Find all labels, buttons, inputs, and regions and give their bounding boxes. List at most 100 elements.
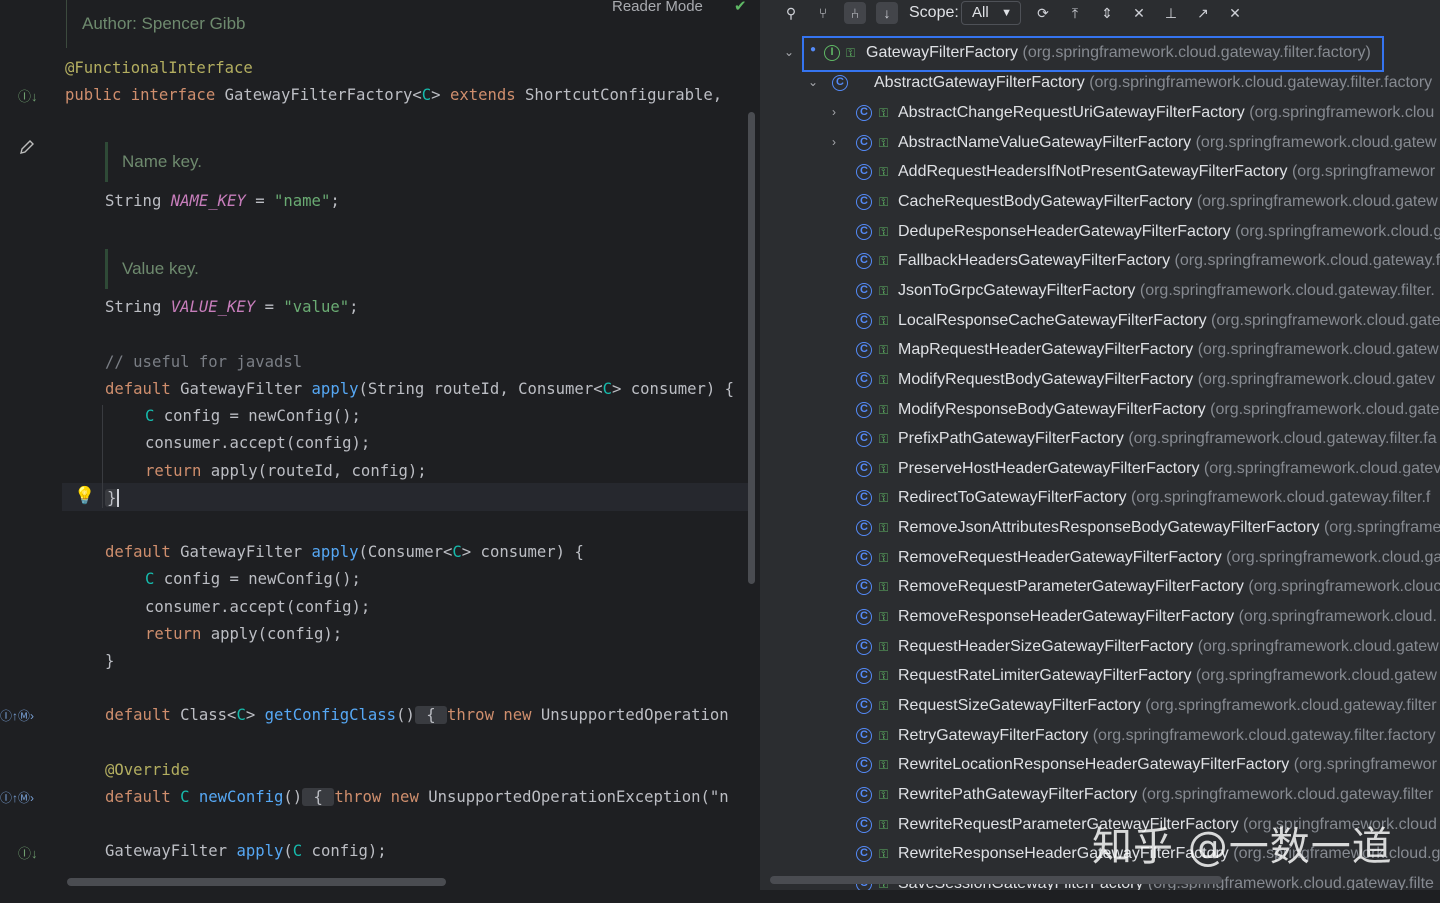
pin-icon[interactable]: ⊥ <box>1160 2 1182 24</box>
code-line: public interface GatewayFilterFactory<C>… <box>65 86 723 104</box>
scope-label: Scope: <box>909 4 959 21</box>
editor-vertical-scrollbar[interactable] <box>748 112 755 584</box>
tree-row[interactable]: › C ⚿ AbstractChangeRequestUriGatewayFilter… <box>766 100 1440 130</box>
public-access-icon: ⚿ <box>879 699 889 713</box>
tree-row[interactable]: C ⚿ RewriteLocationResponseHeaderGatewayFi… <box>766 752 1440 782</box>
code-line: String NAME_KEY = "name"; <box>105 192 340 210</box>
tree-item-label: RetryGatewayFilterFactory (org.springfra… <box>898 726 1436 744</box>
tree-row[interactable]: C ⚿ JsonToGrpcGatewayFilterFactory (org.sp… <box>766 278 1440 308</box>
tree-row[interactable]: C ⚿ RequestHeaderSizeGatewayFilterFactory … <box>766 634 1440 664</box>
tree-row[interactable]: C ⚿ RewritePathGatewayFilterFactory (org.s… <box>766 782 1440 812</box>
tree-item-label: RewritePathGatewayFilterFactory (org.spr… <box>898 785 1434 803</box>
tree-row[interactable]: C ⚿ LocalResponseCacheGatewayFilterFactory… <box>766 308 1440 338</box>
tree-item-label: ModifyRequestBodyGatewayFilterFactory (o… <box>898 370 1436 388</box>
tree-row[interactable]: C ⚿ RemoveRequestParameterGatewayFilterFac… <box>766 574 1440 604</box>
sort-alpha-icon[interactable]: ↓ <box>876 2 898 24</box>
tree-row[interactable]: C ⚿ RetryGatewayFilterFactory (org.springf… <box>766 723 1440 753</box>
tree-item-label: RewriteLocationResponseHeaderGatewayFilt… <box>898 756 1437 774</box>
tree-item-label: DedupeResponseHeaderGatewayFilterFactory… <box>898 222 1440 240</box>
code-editor[interactable]: Ⓘ↓ 💡 Ⓘ↑Ⓜ› Ⓘ↑Ⓜ› Ⓘ↓ Reader Mode ✔ Author: … <box>0 0 760 890</box>
refresh-icon[interactable]: ⟳ <box>1032 2 1054 24</box>
class-icon: C <box>856 698 872 714</box>
public-access-icon: ⚿ <box>879 550 889 565</box>
watermark: 知乎 @一数一道 <box>1092 824 1393 870</box>
tree-item-label: RemoveRequestParameterGatewayFilterFacto… <box>898 578 1440 596</box>
class-icon: C <box>856 846 872 863</box>
class-icon: C <box>856 727 872 744</box>
tree-row[interactable]: C ⚿ FallbackHeadersGatewayFilterFactory (o… <box>766 248 1440 278</box>
tree-item-label: AbstractGatewayFilterFactory (org.spring… <box>874 74 1433 91</box>
tree-row[interactable]: C ⚿ ModifyRequestBodyGatewayFilterFactory … <box>766 367 1440 397</box>
code-line: consumer.accept(config); <box>145 598 371 616</box>
tree-row[interactable]: C ⚿ PrefixPathGatewayFilterFactory (org.sp… <box>766 426 1440 456</box>
tree-row[interactable]: C ⚿ RequestSizeGatewayFilterFactory (org.s… <box>766 693 1440 723</box>
public-access-icon: ⚿ <box>879 847 889 862</box>
expand-all-icon[interactable]: ⇕ <box>1096 2 1118 24</box>
code-line: C config = newConfig(); <box>145 570 361 588</box>
code-line: default GatewayFilter apply(String route… <box>105 380 735 398</box>
tree-item-label: RemoveJsonAttributesResponseBodyGatewayF… <box>898 519 1440 537</box>
public-access-icon: ⚿ <box>879 372 889 387</box>
close-icon[interactable]: ✕ <box>1224 2 1246 24</box>
class-icon: C <box>856 193 872 210</box>
tree-row[interactable]: C ⚿ DedupeResponseHeaderGatewayFilterFacto… <box>766 219 1440 249</box>
tree-row[interactable]: C ⚿ RequestRateLimiterGatewayFilterFactory… <box>766 663 1440 693</box>
tree-row[interactable]: C ⚿ ModifyResponseBodyGatewayFilterFactory… <box>766 397 1440 427</box>
class-hierarchy-icon[interactable]: ⚲ <box>780 2 802 24</box>
tree-row[interactable]: › C ⚿ AbstractNameValueGatewayFilterFactory… <box>766 130 1440 160</box>
class-icon: C <box>856 549 872 566</box>
class-icon: C <box>856 638 872 655</box>
code-line: C config = newConfig(); <box>145 407 361 425</box>
class-icon: C <box>856 164 872 181</box>
tree-row[interactable]: C ⚿ MapRequestHeaderGatewayFilterFactory (… <box>766 337 1440 367</box>
override-method-icon[interactable]: Ⓘ↑Ⓜ› <box>0 707 34 724</box>
scroll-to-source-icon[interactable]: ⤒ <box>1064 2 1086 24</box>
edit-pencil-icon[interactable] <box>18 138 36 156</box>
tree-item-label: AbstractNameValueGatewayFilterFactory (o… <box>898 133 1437 151</box>
tree-item-label: PreserveHostHeaderGatewayFilterFactory (… <box>898 459 1440 477</box>
class-icon: C <box>856 579 872 596</box>
code-line: default C newConfig() { throw new Unsupp… <box>105 788 729 806</box>
public-access-icon: ⚿ <box>879 402 889 417</box>
tree-row[interactable]: C ⚿ RemoveJsonAttributesResponseBodyGatewa… <box>766 515 1440 545</box>
lightbulb-icon[interactable]: 💡 <box>74 486 95 506</box>
chevron-right-icon[interactable]: › <box>832 135 836 149</box>
public-access-icon: ⚿ <box>879 491 889 506</box>
public-access-icon: ⚿ <box>879 254 889 269</box>
public-access-icon: ⚿ <box>879 669 889 684</box>
tree-row[interactable]: C ⚿ RemoveRequestHeaderGatewayFilterFactor… <box>766 545 1440 575</box>
hierarchy-horizontal-scrollbar[interactable] <box>770 876 1222 884</box>
class-icon: C <box>856 609 872 626</box>
tree-row[interactable]: C ⚿ CacheRequestBodyGatewayFilterFactory (… <box>766 189 1440 219</box>
class-icon: C <box>856 342 872 359</box>
editor-horizontal-scrollbar[interactable] <box>67 878 446 886</box>
tree-row-abstract[interactable]: ⌄ C AbstractGatewayFilterFactory (org.sp… <box>766 70 1440 100</box>
class-icon: C <box>856 253 872 270</box>
collapse-all-icon[interactable]: ✕ <box>1128 2 1150 24</box>
open-in-editor-icon[interactable]: ↗ <box>1192 2 1214 24</box>
supertypes-icon[interactable]: ⑂ <box>812 2 834 24</box>
tree-item-label: JsonToGrpcGatewayFilterFactory (org.spri… <box>898 281 1435 299</box>
chevron-down-icon[interactable]: ⌄ <box>808 75 818 89</box>
tree-row[interactable]: C ⚿ RemoveResponseHeaderGatewayFilterFacto… <box>766 604 1440 634</box>
doc-comment-author: Author: Spencer Gibb <box>82 14 246 33</box>
implemented-interface-icon[interactable]: Ⓘ↓ <box>18 86 38 105</box>
subtypes-icon[interactable]: ⑃ <box>844 2 866 24</box>
chevron-right-icon[interactable]: › <box>832 105 836 119</box>
override-method-icon-2[interactable]: Ⓘ↑Ⓜ› <box>0 789 34 806</box>
implemented-method-icon[interactable]: Ⓘ↓ <box>18 843 38 862</box>
public-access-icon: ⚿ <box>879 194 889 209</box>
tree-row[interactable]: C ⚿ AddRequestHeadersIfNotPresentGatewayFi… <box>766 159 1440 189</box>
code-annotation: @Override <box>105 761 190 779</box>
chevron-down-icon[interactable]: ⌄ <box>784 45 794 59</box>
tree-item-label: AbstractChangeRequestUriGatewayFilterFac… <box>898 104 1435 121</box>
code-line: } <box>105 652 115 670</box>
reader-mode-label[interactable]: Reader Mode <box>612 0 703 15</box>
scope-dropdown[interactable]: All ▼ <box>961 1 1021 25</box>
tree-row[interactable]: C ⚿ RedirectToGatewayFilterFactory (org.sp… <box>766 485 1440 515</box>
hierarchy-toolbar: ⚲ ⑂ ⑃ ↓ Scope: All ▼ ⟳ ⤒ ⇕ ✕ ⊥ ↗ ✕ <box>766 0 1440 28</box>
tree-row[interactable]: C ⚿ PreserveHostHeaderGatewayFilterFactory… <box>766 456 1440 486</box>
class-icon: C <box>856 134 872 151</box>
class-icon: C <box>856 816 872 833</box>
class-icon: C <box>856 371 872 388</box>
